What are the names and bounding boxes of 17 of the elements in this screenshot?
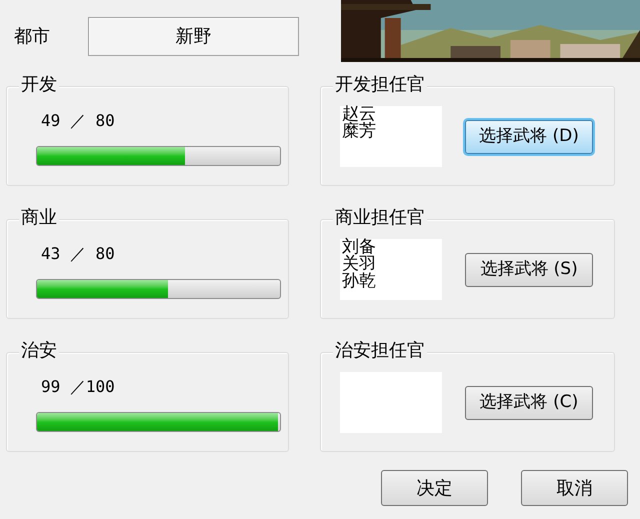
select-general-button[interactable]: 选择武将 (S) bbox=[465, 253, 593, 287]
city-field: 新野 bbox=[88, 16, 299, 56]
officer-name[interactable]: 关羽 bbox=[342, 256, 440, 273]
officer-name[interactable]: 糜芳 bbox=[342, 123, 440, 140]
officer-name[interactable]: 孙乾 bbox=[342, 273, 440, 290]
value-reading: 49 ／ 80 bbox=[41, 110, 115, 132]
officer-name[interactable]: 赵云 bbox=[342, 106, 440, 123]
dialog-button[interactable]: 取消 bbox=[521, 470, 628, 506]
officer-name[interactable]: 刘备 bbox=[342, 239, 440, 256]
value-reading: 43 ／ 80 bbox=[41, 243, 115, 265]
city-label: 都市 bbox=[14, 24, 51, 48]
progress-bar[interactable] bbox=[36, 146, 281, 166]
dialog-button[interactable]: 决定 bbox=[381, 470, 488, 506]
value-reading: 99 ／100 bbox=[41, 376, 115, 398]
select-general-button[interactable]: 选择武将 (D) bbox=[465, 120, 593, 154]
progress-bar[interactable] bbox=[36, 279, 281, 299]
select-general-button[interactable]: 选择武将 (C) bbox=[465, 386, 593, 420]
